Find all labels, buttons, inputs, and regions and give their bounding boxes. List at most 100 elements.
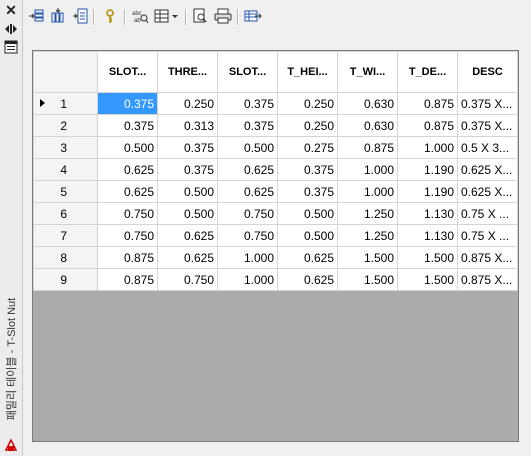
table-row[interactable]: 7 0.750 0.625 0.750 0.500 1.250 1.130 0.75 X ..… bbox=[33, 224, 518, 247]
table-cell[interactable]: 0.375 X... bbox=[457, 114, 518, 137]
table-row[interactable]: 8 0.875 0.625 1.000 0.625 1.500 1.500 0.875 X..… bbox=[33, 246, 518, 269]
table-cell[interactable]: 1.000 bbox=[217, 268, 278, 291]
table-cell[interactable]: 0.625 bbox=[97, 158, 158, 181]
table-row[interactable]: 9 0.875 0.750 1.000 0.625 1.500 1.500 0.875 X..… bbox=[33, 268, 518, 291]
table-cell[interactable]: 0.875 bbox=[397, 114, 458, 137]
column-header[interactable]: SLOT... bbox=[217, 51, 278, 93]
table-cell[interactable]: 1.000 bbox=[217, 246, 278, 269]
table-cell[interactable]: 0.875 bbox=[97, 268, 158, 291]
table-cell[interactable]: 0.875 bbox=[97, 246, 158, 269]
table-cell[interactable]: 0.625 bbox=[97, 180, 158, 203]
table-cell[interactable]: 0.875 bbox=[337, 136, 398, 159]
table-cell[interactable]: 0.625 X... bbox=[457, 158, 518, 181]
table-cell[interactable]: 0.375 bbox=[277, 158, 338, 181]
table-cell[interactable]: 0.375 bbox=[157, 136, 218, 159]
table-cell[interactable]: 1.130 bbox=[397, 202, 458, 225]
table-row[interactable]: 4 0.625 0.375 0.625 0.375 1.000 1.190 0.625 X..… bbox=[33, 158, 518, 181]
table-cell[interactable]: 0.500 bbox=[217, 136, 278, 159]
find-replace-icon[interactable]: abc ab bbox=[130, 6, 150, 26]
table-cell[interactable]: 0.313 bbox=[157, 114, 218, 137]
table-cell[interactable]: 0.500 bbox=[277, 224, 338, 247]
close-icon[interactable]: ✕ bbox=[4, 3, 18, 17]
column-header[interactable]: SLOT... bbox=[97, 51, 158, 93]
table-cell[interactable]: 0.630 bbox=[337, 114, 398, 137]
table-row[interactable]: 2 0.375 0.313 0.375 0.250 0.630 0.875 0.375 X..… bbox=[33, 114, 518, 137]
table-cell[interactable]: 0.375 bbox=[157, 158, 218, 181]
table-cell[interactable]: 0.250 bbox=[277, 92, 338, 115]
table-cell[interactable]: 0.625 bbox=[217, 180, 278, 203]
table-cell[interactable]: 1.250 bbox=[337, 224, 398, 247]
table-cell[interactable]: 0.75 X ... bbox=[457, 224, 518, 247]
table-cell[interactable]: 1.250 bbox=[337, 202, 398, 225]
column-header[interactable]: DESC bbox=[457, 51, 518, 93]
table-cell[interactable]: 0.375 bbox=[217, 92, 278, 115]
table-cell[interactable]: 0.375 bbox=[97, 92, 158, 115]
table-cell[interactable]: 0.5 X 3... bbox=[457, 136, 518, 159]
row-header[interactable]: 3 bbox=[33, 136, 98, 159]
table-cell[interactable]: 0.625 bbox=[277, 246, 338, 269]
table-cell[interactable]: 0.375 bbox=[217, 114, 278, 137]
export-icon[interactable] bbox=[242, 6, 264, 26]
table-cell[interactable]: 1.000 bbox=[337, 158, 398, 181]
table-cell[interactable]: 0.625 bbox=[157, 246, 218, 269]
table-cell[interactable]: 1.500 bbox=[337, 246, 398, 269]
table-cell[interactable]: 0.250 bbox=[277, 114, 338, 137]
column-header[interactable]: T_WI... bbox=[337, 51, 398, 93]
table-row[interactable]: 6 0.750 0.500 0.750 0.500 1.250 1.130 0.75 X ..… bbox=[33, 202, 518, 225]
dock-icon[interactable] bbox=[4, 22, 18, 36]
properties-icon[interactable] bbox=[4, 40, 18, 54]
table-cell[interactable]: 0.625 bbox=[157, 224, 218, 247]
insert-columns-icon[interactable] bbox=[48, 6, 68, 26]
insert-rows-icon[interactable] bbox=[26, 6, 46, 26]
table-cell[interactable]: 1.190 bbox=[397, 180, 458, 203]
table-cell[interactable]: 1.000 bbox=[337, 180, 398, 203]
table-row[interactable]: 3 0.500 0.375 0.500 0.275 0.875 1.000 0.5 X 3..… bbox=[33, 136, 518, 159]
table-cell[interactable]: 1.500 bbox=[397, 268, 458, 291]
table-row[interactable]: 5 0.625 0.500 0.625 0.375 1.000 1.190 0.625 X..… bbox=[33, 180, 518, 203]
table-cell[interactable]: 0.875 X... bbox=[457, 268, 518, 291]
table-view-icon[interactable] bbox=[152, 6, 182, 26]
table-cell[interactable]: 1.130 bbox=[397, 224, 458, 247]
table-cell[interactable]: 1.190 bbox=[397, 158, 458, 181]
table-cell[interactable]: 0.375 X... bbox=[457, 92, 518, 115]
table-cell[interactable]: 1.000 bbox=[397, 136, 458, 159]
table-cell[interactable]: 0.875 bbox=[397, 92, 458, 115]
column-header[interactable]: THRE... bbox=[157, 51, 218, 93]
print-icon[interactable] bbox=[212, 6, 234, 26]
row-header[interactable]: 2 bbox=[33, 114, 98, 137]
column-header[interactable]: T_DE... bbox=[397, 51, 458, 93]
row-header[interactable]: 1 bbox=[33, 92, 98, 115]
table-cell[interactable]: 0.75 X ... bbox=[457, 202, 518, 225]
table-cell[interactable]: 0.375 bbox=[97, 114, 158, 137]
table-cell[interactable]: 0.500 bbox=[157, 180, 218, 203]
table-cell[interactable]: 0.750 bbox=[97, 224, 158, 247]
key-icon[interactable] bbox=[100, 6, 120, 26]
table-cell[interactable]: 0.375 bbox=[277, 180, 338, 203]
table-cell[interactable]: 0.750 bbox=[217, 224, 278, 247]
table-cell[interactable]: 0.625 X... bbox=[457, 180, 518, 203]
table-cell[interactable]: 0.875 X... bbox=[457, 246, 518, 269]
table-cell[interactable]: 0.750 bbox=[157, 268, 218, 291]
table-cell[interactable]: 0.500 bbox=[277, 202, 338, 225]
table-cell[interactable]: 0.750 bbox=[97, 202, 158, 225]
table-cell[interactable]: 0.500 bbox=[157, 202, 218, 225]
table-cell[interactable]: 0.625 bbox=[217, 158, 278, 181]
row-header[interactable]: 8 bbox=[33, 246, 98, 269]
table-cell[interactable]: 1.500 bbox=[397, 246, 458, 269]
column-header[interactable]: T_HEI... bbox=[277, 51, 338, 93]
table-cell[interactable]: 0.625 bbox=[277, 268, 338, 291]
table-row[interactable]: 1 0.375 0.250 0.375 0.250 0.630 0.875 0.375 X..… bbox=[33, 92, 518, 115]
row-header[interactable]: 7 bbox=[33, 224, 98, 247]
add-parameter-icon[interactable] bbox=[70, 6, 90, 26]
row-header[interactable]: 4 bbox=[33, 158, 98, 181]
row-header[interactable]: 6 bbox=[33, 202, 98, 225]
table-cell[interactable]: 0.500 bbox=[97, 136, 158, 159]
table-cell[interactable]: 0.250 bbox=[157, 92, 218, 115]
table-cell[interactable]: 1.500 bbox=[337, 268, 398, 291]
row-header[interactable]: 5 bbox=[33, 180, 98, 203]
table-cell[interactable]: 0.750 bbox=[217, 202, 278, 225]
table-cell[interactable]: 0.275 bbox=[277, 136, 338, 159]
row-header[interactable]: 9 bbox=[33, 268, 98, 291]
preview-icon[interactable] bbox=[190, 6, 210, 26]
table-cell[interactable]: 0.630 bbox=[337, 92, 398, 115]
